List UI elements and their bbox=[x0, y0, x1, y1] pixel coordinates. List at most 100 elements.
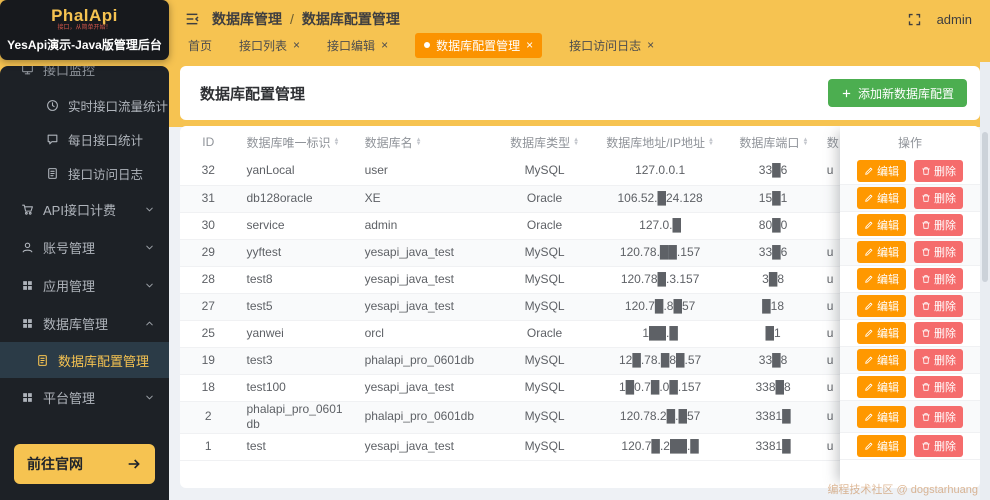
vertical-scrollbar[interactable] bbox=[980, 62, 990, 500]
scrollbar-thumb[interactable] bbox=[982, 132, 988, 282]
cell-addr: 120.78█.3.157 bbox=[590, 266, 730, 294]
cell-key: yyftest bbox=[236, 239, 355, 267]
delete-button[interactable]: 删除 bbox=[914, 160, 963, 182]
sidebar-item-API接口计费[interactable]: API接口计费 bbox=[0, 190, 169, 228]
cell-id: 19 bbox=[180, 347, 237, 375]
close-icon[interactable]: × bbox=[381, 39, 388, 51]
column-header[interactable]: 数据库端口 ▲ ▼ bbox=[729, 126, 816, 158]
action-row: 编辑 删除 bbox=[840, 239, 980, 266]
sort-icon[interactable]: ▲ ▼ bbox=[802, 137, 808, 147]
cell-id: 32 bbox=[180, 158, 237, 186]
delete-icon bbox=[921, 328, 931, 338]
chevron-down-icon bbox=[144, 280, 155, 291]
cell-addr: 120.7█.2██.█ bbox=[590, 433, 730, 461]
delete-button[interactable]: 删除 bbox=[914, 376, 963, 398]
sort-icon[interactable]: ▲ ▼ bbox=[708, 137, 714, 147]
edit-button[interactable]: 编辑 bbox=[857, 405, 906, 428]
user-icon bbox=[21, 241, 34, 254]
tab-bar: 首页 接口列表 × 接口编辑 × 数据库配置管理 × 接口访问日志 × bbox=[188, 32, 654, 58]
sidebar-item-应用管理[interactable]: 应用管理 bbox=[0, 266, 169, 304]
cell-type: MySQL bbox=[498, 293, 591, 321]
column-header[interactable]: 数据库名 ▲ ▼ bbox=[355, 126, 499, 158]
sort-icon[interactable]: ▲ ▼ bbox=[573, 137, 579, 147]
edit-button[interactable]: 编辑 bbox=[857, 268, 906, 290]
delete-button[interactable]: 删除 bbox=[914, 214, 963, 236]
tab-接口列表[interactable]: 接口列表 × bbox=[239, 37, 300, 54]
cell-name: yesapi_java_test bbox=[354, 239, 499, 267]
delete-button[interactable]: 删除 bbox=[914, 295, 963, 317]
column-header[interactable]: 数据库地址/IP地址 ▲ ▼ bbox=[591, 126, 730, 158]
sidebar-item-数据库管理[interactable]: 数据库管理 bbox=[0, 304, 169, 342]
close-icon[interactable]: × bbox=[526, 39, 533, 51]
edit-button[interactable]: 编辑 bbox=[857, 187, 906, 209]
username[interactable]: admin bbox=[937, 12, 972, 27]
delete-icon bbox=[921, 355, 931, 365]
cell-addr: 120.7█.8█57 bbox=[590, 293, 730, 321]
edit-button[interactable]: 编辑 bbox=[857, 214, 906, 236]
cell-key: phalapi_pro_0601db bbox=[236, 401, 355, 434]
delete-button[interactable]: 删除 bbox=[914, 435, 963, 458]
cell-type: MySQL bbox=[498, 401, 591, 434]
goto-website-button[interactable]: 前往官网 bbox=[14, 444, 155, 484]
database-config-table-card: ID 数据库唯一标识 ▲ ▼ 数据库名 ▲ ▼ 数据库类型 ▲ ▼ 数据库地址/IP地址 ▲ ▼ 数据库端… bbox=[180, 126, 980, 488]
edit-button[interactable]: 编辑 bbox=[857, 376, 906, 398]
cell-addr: 1█0.7█.0█.157 bbox=[590, 374, 730, 402]
column-header[interactable]: 数据库唯一标识 ▲ ▼ bbox=[236, 126, 354, 158]
delete-button[interactable]: 删除 bbox=[914, 187, 963, 209]
edit-button[interactable]: 编辑 bbox=[857, 160, 906, 182]
cell-key: db128oracle bbox=[236, 185, 355, 213]
edit-icon bbox=[864, 412, 874, 422]
sidebar-item-接口监控[interactable]: 接口监控 bbox=[0, 66, 169, 88]
page-title-card: 数据库配置管理 添加新数据库配置 bbox=[180, 66, 980, 120]
close-icon[interactable]: × bbox=[647, 39, 654, 51]
delete-icon bbox=[921, 220, 931, 230]
cell-key: yanLocal bbox=[236, 158, 355, 186]
cell-addr: 120.78.2█.█57 bbox=[590, 401, 730, 434]
table-row: 31 db128oracle XE Oracle 106.52.█24.128 15█1 bbox=[180, 185, 940, 213]
sort-icon[interactable]: ▲ ▼ bbox=[334, 137, 340, 147]
sidebar-item-平台管理[interactable]: 平台管理 bbox=[0, 378, 169, 416]
sidebar-item-实时接口流量统计[interactable]: 实时接口流量统计 bbox=[0, 88, 169, 122]
delete-icon bbox=[921, 166, 931, 176]
delete-button[interactable]: 删除 bbox=[914, 241, 963, 263]
add-database-config-button[interactable]: 添加新数据库配置 bbox=[827, 79, 967, 107]
edit-button[interactable]: 编辑 bbox=[857, 241, 906, 263]
grid-icon bbox=[21, 279, 34, 292]
delete-button[interactable]: 删除 bbox=[914, 268, 963, 290]
column-header[interactable]: 数据库类型 ▲ ▼ bbox=[498, 126, 590, 158]
tab-数据库配置管理[interactable]: 数据库配置管理 × bbox=[415, 32, 543, 58]
delete-button[interactable]: 删除 bbox=[914, 405, 963, 428]
column-header: ID bbox=[202, 135, 215, 149]
cell-addr: 106.52.█24.128 bbox=[590, 185, 730, 213]
table-row: 19 test3 phalapi_pro_0601db MySQL 12█.78.█8█… bbox=[180, 347, 940, 375]
cell-addr: 1██.█ bbox=[590, 320, 730, 348]
cell-port: █1 bbox=[729, 320, 817, 348]
table-row: 25 yanwei orcl Oracle 1██.█ █1 u bbox=[180, 320, 940, 348]
close-icon[interactable]: × bbox=[293, 39, 300, 51]
tab-接口访问日志[interactable]: 接口访问日志 × bbox=[569, 37, 654, 54]
sidebar-menu: 接口监控 实时接口流量统计 每日接口统计 接口访问日志 API接口计费 账号管理… bbox=[0, 66, 169, 416]
fullscreen-icon[interactable] bbox=[907, 12, 922, 27]
menu-fold-icon[interactable] bbox=[184, 11, 200, 27]
breadcrumb-parent[interactable]: 数据库管理 bbox=[212, 9, 282, 29]
edit-button[interactable]: 编辑 bbox=[857, 349, 906, 371]
cell-name: admin bbox=[354, 212, 499, 240]
sidebar-item-每日接口统计[interactable]: 每日接口统计 bbox=[0, 122, 169, 156]
edit-button[interactable]: 编辑 bbox=[857, 435, 906, 458]
tab-接口编辑[interactable]: 接口编辑 × bbox=[327, 37, 388, 54]
breadcrumb-current: 数据库配置管理 bbox=[301, 11, 400, 27]
delete-icon bbox=[921, 193, 931, 203]
cell-key: yanwei bbox=[236, 320, 355, 348]
sidebar-item-接口访问日志[interactable]: 接口访问日志 bbox=[0, 156, 169, 190]
sidebar-item-数据库配置管理[interactable]: 数据库配置管理 bbox=[0, 342, 169, 378]
sidebar-item-账号管理[interactable]: 账号管理 bbox=[0, 228, 169, 266]
delete-button[interactable]: 删除 bbox=[914, 322, 963, 344]
delete-icon bbox=[921, 382, 931, 392]
page-title: 数据库配置管理 bbox=[200, 85, 306, 103]
edit-button[interactable]: 编辑 bbox=[857, 295, 906, 317]
cell-name: XE bbox=[354, 185, 499, 213]
sort-icon[interactable]: ▲ ▼ bbox=[416, 137, 422, 147]
delete-button[interactable]: 删除 bbox=[914, 349, 963, 371]
tab-首页[interactable]: 首页 bbox=[188, 37, 212, 54]
edit-button[interactable]: 编辑 bbox=[857, 322, 906, 344]
